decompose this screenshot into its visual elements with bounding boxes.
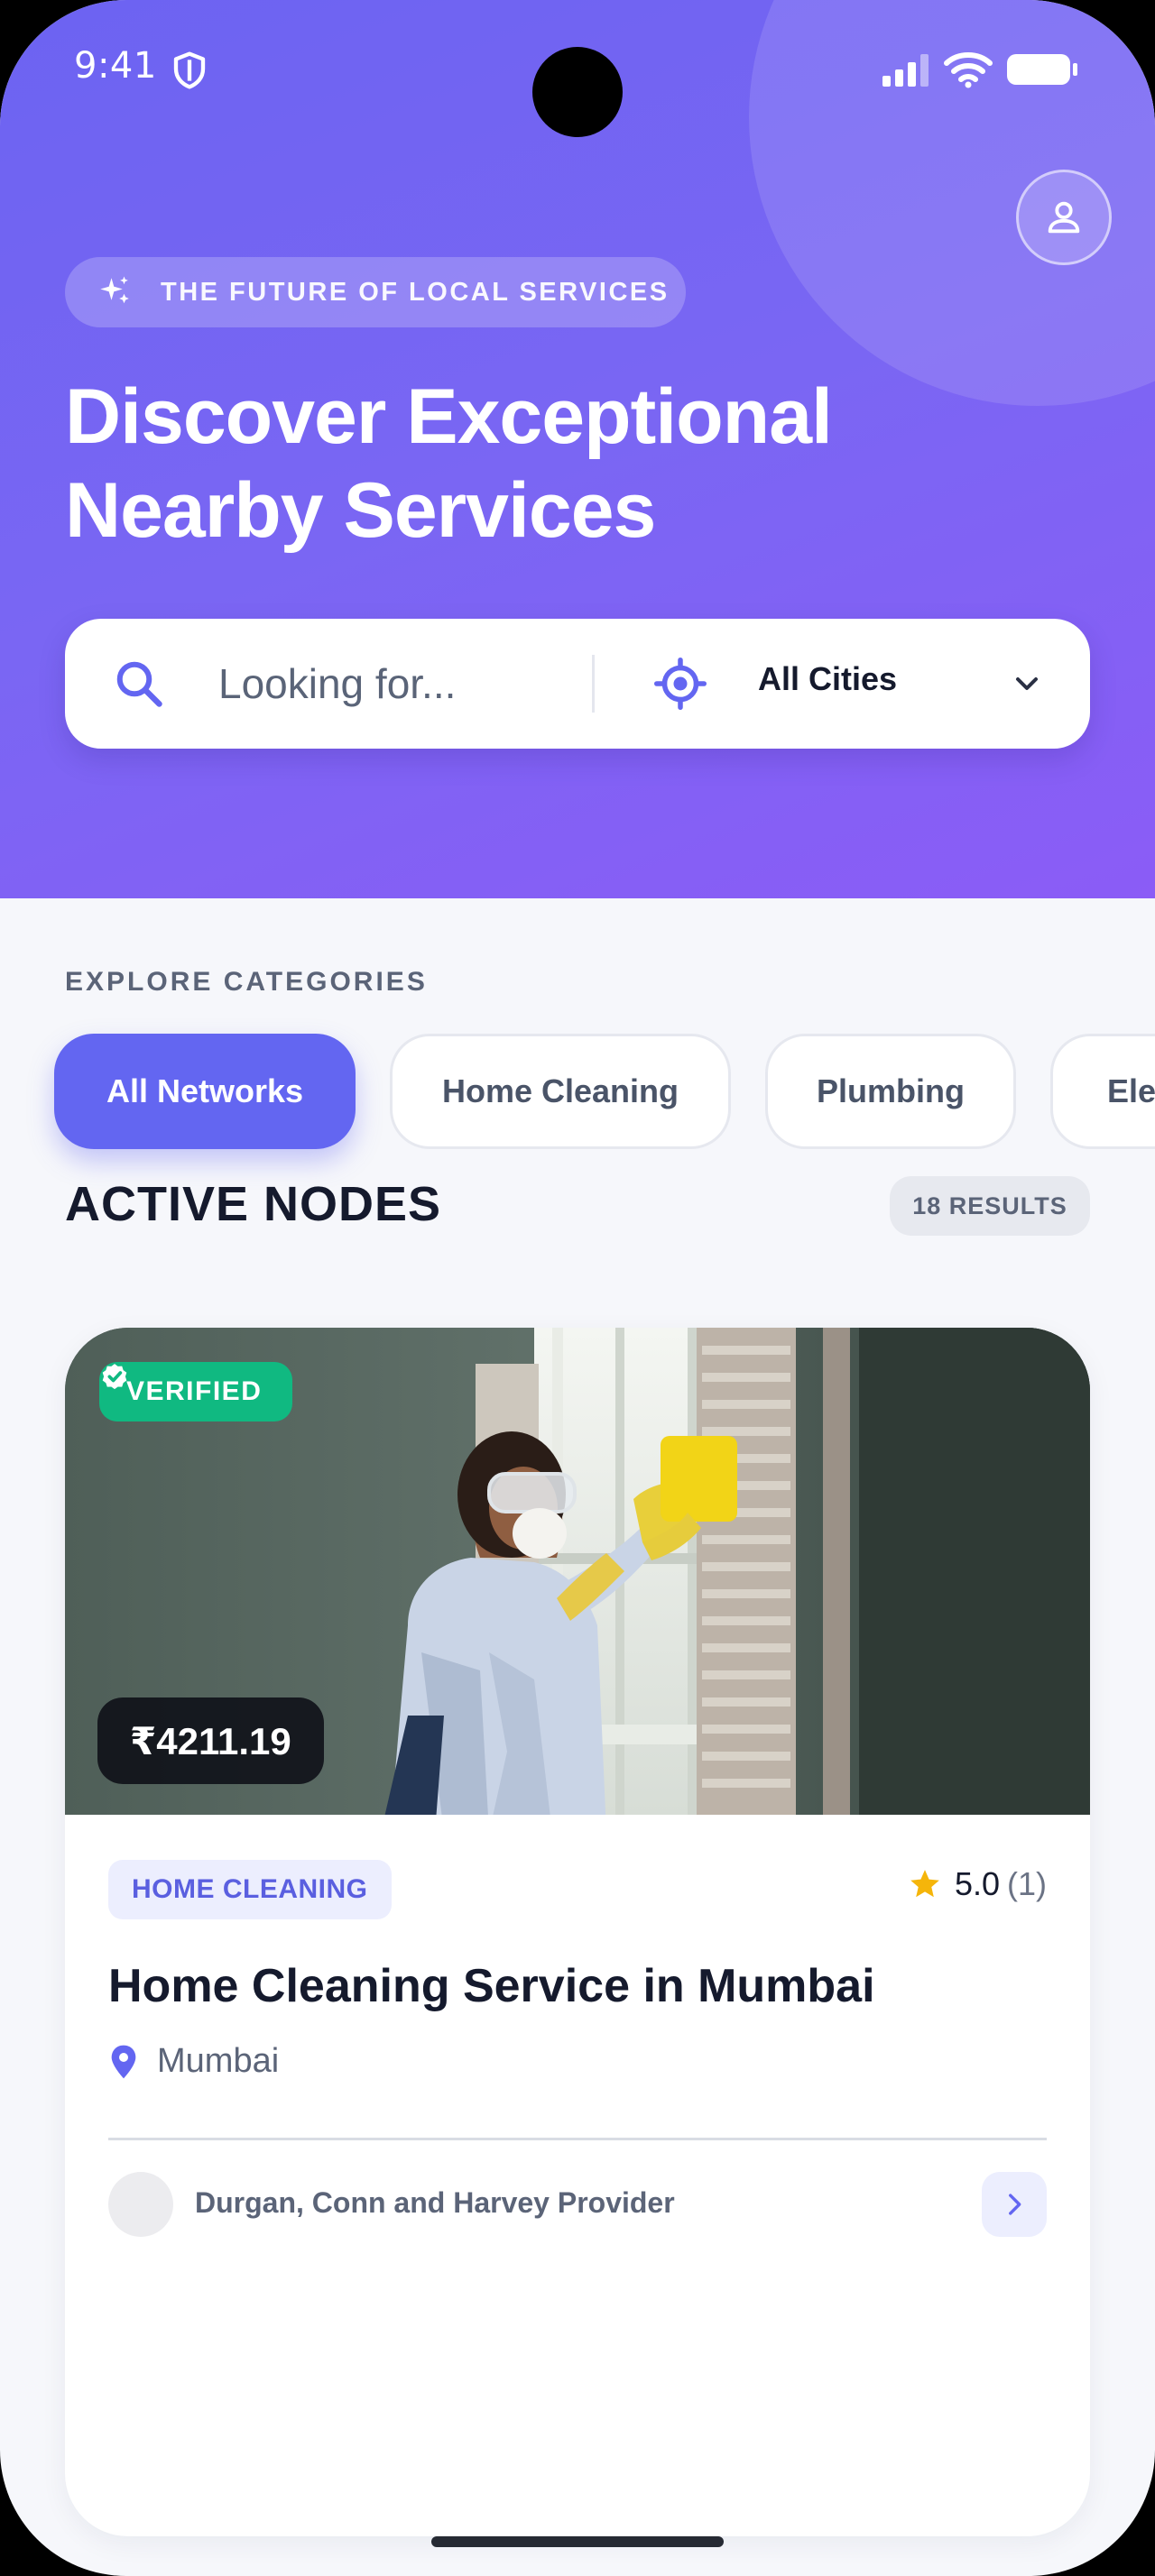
rating-value: 5.0 [954,1865,1000,1902]
listing-card[interactable]: VERIFIED ₹4211.19 HOME CLEANING 5.0 (1) … [65,1328,1090,2536]
sparkles-icon [100,276,129,304]
listing-location: Mumbai [108,2042,279,2081]
open-listing-button[interactable] [982,2172,1047,2237]
verified-badge: VERIFIED [99,1362,293,1421]
crosshair-location-icon [654,658,707,710]
battery-icon [1007,54,1077,85]
rating-count: (1) [1007,1865,1047,1902]
hero-header: 9:41 THE FUTURE OF LOCAL SERVICES Discov… [0,0,1155,898]
wifi-icon [944,52,993,88]
status-bar: 9:41 [0,0,1155,137]
shield-icon [173,51,206,89]
chevron-down-icon[interactable] [1009,666,1045,702]
user-icon [1048,201,1080,234]
home-indicator[interactable] [431,2536,724,2547]
card-divider [108,2138,1047,2140]
listing-category-tag: HOME CLEANING [108,1860,392,1919]
category-chips: All Networks Home Cleaning Plumbing Elec… [0,1034,1155,1151]
chip-all-networks[interactable]: All Networks [54,1034,356,1149]
provider-avatar [108,2172,173,2237]
profile-button[interactable] [1016,170,1112,265]
categories-label: EXPLORE CATEGORIES [65,967,428,997]
listing-image: VERIFIED ₹4211.19 [65,1328,1090,1815]
results-count-badge: 18 RESULTS [890,1176,1090,1236]
listing-city: Mumbai [157,2042,280,2080]
chip-electrical[interactable]: Electrical [1050,1034,1155,1149]
search-input[interactable] [218,651,597,716]
phone-screen: 9:41 THE FUTURE OF LOCAL SERVICES Discov… [0,0,1155,2576]
listing-rating: 5.0 (1) [908,1865,1047,1903]
search-icon [116,661,162,707]
map-pin-icon [111,2045,136,2078]
price-badge: ₹4211.19 [97,1697,324,1784]
camera-cutout [532,47,623,137]
hero-title-line-2: Nearby Services [65,467,656,554]
chip-home-cleaning[interactable]: Home Cleaning [390,1034,731,1149]
hero-title-line-1: Discover Exceptional [65,373,833,460]
hero-tag-label: THE FUTURE OF LOCAL SERVICES [161,277,670,307]
star-icon [910,1870,939,1898]
signal-icon [882,54,929,87]
chip-plumbing[interactable]: Plumbing [765,1034,1016,1149]
listing-title[interactable]: Home Cleaning Service in Mumbai [108,1959,875,2013]
hero-tag: THE FUTURE OF LOCAL SERVICES [65,257,686,327]
chevron-right-icon [1009,2194,1021,2215]
search-bar: All Cities [65,619,1090,749]
results-title: ACTIVE NODES [65,1177,442,1231]
city-select[interactable]: All Cities [758,660,897,698]
verified-label: VERIFIED [126,1376,263,1406]
hero-title: Discover Exceptional Nearby Services [65,370,967,557]
provider-name: Durgan, Conn and Harvey Provider [195,2186,675,2219]
check-badge-icon [102,1364,127,1390]
search-divider [592,655,595,713]
status-time: 9:41 [74,45,157,87]
